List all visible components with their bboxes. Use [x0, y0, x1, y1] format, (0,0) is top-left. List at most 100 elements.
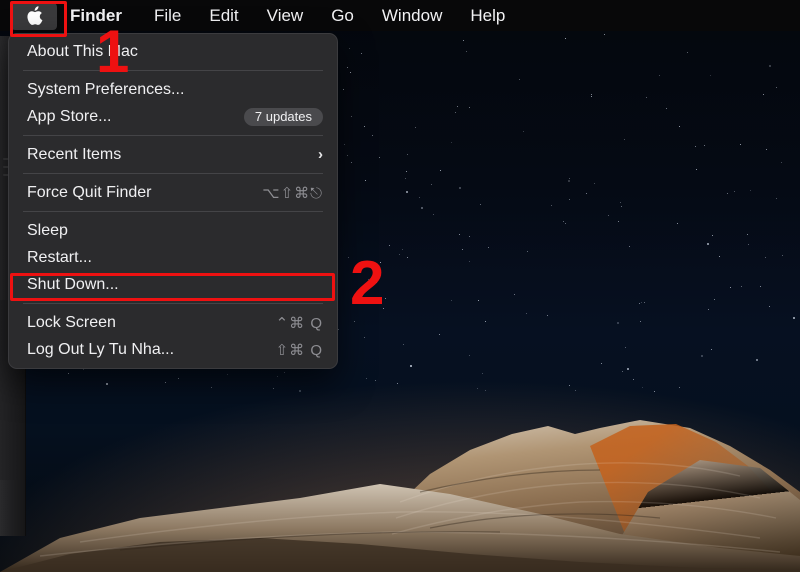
star — [759, 286, 761, 288]
star — [782, 255, 783, 256]
star — [488, 246, 490, 248]
star — [469, 236, 471, 238]
star — [621, 205, 623, 207]
menu-item-label: Sleep — [27, 221, 68, 239]
star — [765, 148, 767, 150]
menu-separator — [23, 70, 323, 71]
keyboard-shortcut: ⇧⌘ Q — [275, 341, 323, 359]
star — [604, 34, 606, 36]
star — [421, 206, 424, 209]
star — [740, 285, 742, 287]
star — [568, 180, 571, 183]
star — [563, 221, 565, 223]
star — [565, 223, 567, 225]
star — [439, 169, 441, 171]
star — [781, 161, 783, 163]
star — [640, 321, 642, 323]
menu-item-system-preferences[interactable]: System Preferences... — [9, 76, 337, 103]
menu-item-label: Lock Screen — [27, 313, 116, 331]
star — [608, 214, 609, 216]
star — [713, 298, 715, 300]
rock-formation-image — [0, 420, 800, 572]
macos-screen: Finder File Edit View Go Window Help About Thi… — [0, 0, 800, 572]
menubar-item-go[interactable]: Go — [317, 0, 368, 31]
star — [694, 145, 696, 147]
star — [768, 65, 771, 68]
star — [451, 299, 453, 301]
star — [628, 245, 630, 247]
star — [351, 116, 353, 118]
star — [709, 75, 711, 77]
star — [707, 308, 709, 310]
keyboard-shortcut: ⌃⌘ Q — [275, 314, 323, 332]
star — [461, 249, 463, 251]
star — [407, 153, 409, 155]
star — [641, 302, 643, 304]
menu-separator — [23, 303, 323, 304]
star — [695, 168, 697, 170]
star — [665, 107, 667, 109]
star — [525, 313, 527, 315]
menubar-item-window[interactable]: Window — [368, 0, 456, 31]
star — [718, 255, 720, 257]
menu-item-force-quit-finder[interactable]: Force Quit Finder ⌥⇧⌘⎋ — [9, 179, 337, 206]
star — [748, 244, 750, 246]
star — [364, 126, 366, 127]
menubar-item-file[interactable]: File — [140, 0, 195, 31]
menu-item-log-out-ly-tu-nha[interactable]: Log Out Ly Tu Nha... ⇧⌘ Q — [9, 336, 337, 363]
star — [405, 171, 407, 173]
star — [617, 322, 620, 325]
menubar-item-edit[interactable]: Edit — [195, 0, 252, 31]
star — [399, 253, 401, 255]
star — [762, 93, 764, 95]
star — [361, 53, 363, 55]
star — [546, 314, 548, 316]
star — [733, 191, 735, 193]
star — [350, 161, 352, 163]
star — [678, 125, 680, 127]
star — [404, 177, 406, 179]
menubar-item-view[interactable]: View — [253, 0, 318, 31]
menu-item-about-this-mac[interactable]: About This Mac — [9, 38, 337, 65]
star — [479, 203, 481, 205]
star — [638, 303, 640, 304]
menu-item-sleep[interactable]: Sleep — [9, 217, 337, 244]
star — [594, 183, 596, 185]
star — [364, 337, 365, 339]
menu-item-shut-down[interactable]: Shut Down... — [9, 271, 337, 298]
star — [792, 316, 795, 319]
apple-dropdown-menu[interactable]: About This Mac System Preferences... App S… — [8, 33, 338, 369]
star — [765, 257, 766, 259]
star — [712, 234, 714, 236]
star — [468, 261, 470, 263]
star — [550, 205, 552, 207]
star — [750, 189, 752, 191]
star — [523, 130, 525, 132]
menu-item-restart[interactable]: Restart... — [9, 244, 337, 271]
chevron-right-icon: › — [318, 146, 323, 163]
apple-menu-button[interactable] — [11, 2, 57, 30]
menu-item-app-store[interactable]: App Store... 7 updates — [9, 103, 337, 130]
menu-item-label: Shut Down... — [27, 275, 119, 293]
menu-separator — [23, 173, 323, 174]
menu-separator — [23, 135, 323, 136]
menu-item-lock-screen[interactable]: Lock Screen ⌃⌘ Q — [9, 309, 337, 336]
star — [485, 320, 487, 322]
star — [456, 106, 458, 108]
star — [617, 220, 619, 222]
menu-item-recent-items[interactable]: Recent Items › — [9, 141, 337, 168]
menubar-item-help[interactable]: Help — [456, 0, 519, 31]
star — [346, 154, 348, 156]
star — [568, 198, 570, 200]
star — [727, 192, 729, 194]
star — [769, 306, 771, 308]
star — [659, 74, 661, 76]
star — [466, 51, 468, 53]
star — [385, 297, 387, 299]
star — [430, 183, 432, 185]
star — [568, 177, 570, 179]
star — [347, 67, 349, 69]
star — [645, 96, 647, 98]
star — [590, 95, 592, 97]
star — [414, 126, 416, 128]
